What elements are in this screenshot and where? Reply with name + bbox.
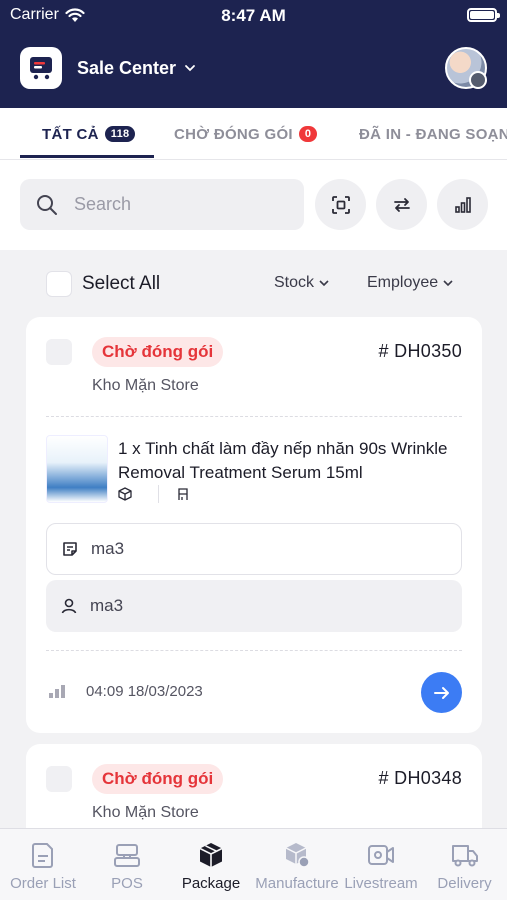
note-icon xyxy=(63,542,77,556)
nav-label: Delivery xyxy=(437,875,492,892)
active-tab-indicator xyxy=(20,155,154,158)
nav-package[interactable]: Package xyxy=(168,829,254,900)
swap-arrows-icon xyxy=(393,197,410,212)
bar-chart-icon xyxy=(49,685,65,698)
nav-label: Livestream xyxy=(344,875,418,892)
search-input[interactable]: Search xyxy=(20,179,304,230)
order-checkbox[interactable] xyxy=(46,766,72,792)
package-icon xyxy=(199,843,223,867)
product-line[interactable]: 1 x Tinh chất làm đầy nếp nhăn 90s Wrink… xyxy=(118,437,466,485)
search-toolbar: Search xyxy=(0,160,507,250)
clock: 8:47 AM xyxy=(221,6,286,25)
open-order-button[interactable] xyxy=(421,672,462,713)
manufacture-icon xyxy=(285,843,310,868)
nav-label: Package xyxy=(181,875,241,892)
box-icon xyxy=(118,487,132,501)
tab-label: ĐÃ IN - ĐANG SOẠN xyxy=(359,125,507,143)
search-placeholder: Search xyxy=(74,194,132,214)
count-badge: 0 xyxy=(298,126,318,142)
nav-manufacture[interactable]: Manufacture xyxy=(254,829,340,900)
sale-center-logo-icon[interactable] xyxy=(20,47,62,89)
order-datetime: 04:09 18/03/2023 xyxy=(86,683,203,700)
battery-icon xyxy=(467,8,500,22)
user-icon xyxy=(61,598,77,614)
nav-order-list[interactable]: Order List xyxy=(0,829,86,900)
arrow-right-icon xyxy=(433,686,449,699)
select-all-label[interactable]: Select All xyxy=(82,273,160,295)
app-title[interactable]: Sale Center xyxy=(77,58,176,79)
nav-label: Manufacture xyxy=(255,875,339,892)
sort-button[interactable] xyxy=(376,179,427,230)
order-checkbox[interactable] xyxy=(46,339,72,365)
product-thumbnail xyxy=(46,435,108,503)
note-value: ma3 xyxy=(91,539,125,558)
order-id: # DH0348 xyxy=(378,768,462,788)
order-id: # DH0350 xyxy=(378,341,462,361)
tab-all[interactable]: TẤT CẢ 118 xyxy=(42,108,136,159)
divider xyxy=(46,416,462,417)
nav-delivery[interactable]: Delivery xyxy=(422,829,507,900)
avatar[interactable] xyxy=(445,47,487,89)
count-badge: 118 xyxy=(104,126,136,142)
chevron-down-icon xyxy=(443,280,453,287)
employee-value: ma3 xyxy=(90,596,124,615)
nav-livestream[interactable]: Livestream xyxy=(340,829,422,900)
tab-label: CHỜ ĐÓNG GÓI xyxy=(174,125,293,143)
nav-label: POS xyxy=(111,875,143,892)
pos-icon xyxy=(114,844,140,867)
avatar-settings-badge xyxy=(469,71,487,89)
chevron-down-icon xyxy=(319,280,329,287)
tab-waiting-pack[interactable]: CHỜ ĐÓNG GÓI 0 xyxy=(174,108,318,159)
employee-filter[interactable]: Employee xyxy=(367,274,454,292)
tab-printed-preparing[interactable]: ĐÃ IN - ĐANG SOẠN xyxy=(359,108,507,159)
search-icon xyxy=(37,194,57,215)
delivery-icon xyxy=(451,845,478,867)
status-badge: Chờ đóng gói xyxy=(92,764,224,794)
employee-field[interactable]: ma3 xyxy=(46,580,462,632)
divider xyxy=(46,650,462,651)
select-all-checkbox[interactable] xyxy=(46,271,72,297)
order-card[interactable]: Chờ đóng gói # DH0350 Kho Mặn Store 1 x … xyxy=(26,317,482,733)
note-field[interactable]: ma3 xyxy=(46,523,462,575)
nav-label: Order List xyxy=(10,875,76,892)
store-name: Kho Mặn Store xyxy=(92,804,199,821)
nav-pos[interactable]: POS xyxy=(86,829,168,900)
stock-filter-label: Stock xyxy=(274,274,315,291)
store-name: Kho Mặn Store xyxy=(92,377,199,394)
filter-row: Select All Stock Employee xyxy=(0,260,507,308)
chevron-down-icon[interactable] xyxy=(184,64,196,72)
status-bar: Carrier 8:47 AM xyxy=(0,0,507,32)
app-bar: Sale Center xyxy=(20,46,487,90)
scan-icon xyxy=(331,195,350,214)
stock-filter[interactable]: Stock xyxy=(274,274,330,292)
divider xyxy=(158,485,159,503)
employee-filter-label: Employee xyxy=(367,274,439,291)
status-badge: Chờ đóng gói xyxy=(92,337,224,367)
location-tag-icon xyxy=(178,488,188,500)
bottom-tab-bar: Order List POS Package Manufacture Lives… xyxy=(0,828,507,900)
top-header: Carrier 8:47 AM Sale Center xyxy=(0,0,507,108)
stats-button[interactable] xyxy=(437,179,488,230)
order-status-tabs: TẤT CẢ 118 CHỜ ĐÓNG GÓI 0 ĐÃ IN - ĐANG S… xyxy=(0,108,507,160)
scan-button[interactable] xyxy=(315,179,366,230)
tab-label: TẤT CẢ xyxy=(42,125,99,143)
livestream-icon xyxy=(368,845,394,865)
order-list-icon xyxy=(32,843,53,868)
bar-chart-icon xyxy=(454,196,471,213)
